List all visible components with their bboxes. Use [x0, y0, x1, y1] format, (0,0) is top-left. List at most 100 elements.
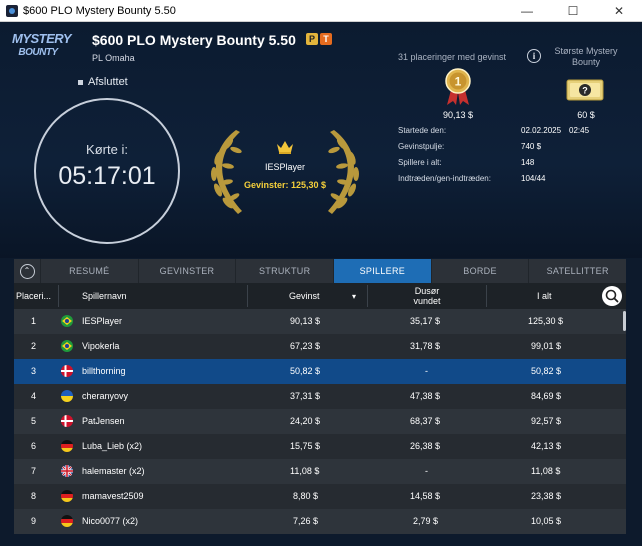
tab-bar: ⌃ RESUMÉ GEVINSTER STRUKTUR SPILLERE BOR…: [14, 259, 626, 283]
tab-gevinster[interactable]: GEVINSTER: [137, 259, 236, 283]
row-player-name: Nico0077 (x2): [82, 516, 139, 526]
row-prize: 50,82 $: [290, 366, 321, 376]
row-bounty: 68,37 $: [410, 416, 441, 426]
tab-satellitter[interactable]: SATELLITTER: [528, 259, 626, 283]
window-titlebar: $600 PLO Mystery Bounty 5.50 — ☐ ✕: [0, 0, 642, 22]
minimize-button[interactable]: —: [504, 0, 550, 22]
logo-line-1: MYSTERY: [12, 31, 72, 46]
row-prize: 24,20 $: [290, 416, 321, 426]
medal-number: 1: [455, 75, 462, 89]
info-icon[interactable]: i: [527, 49, 541, 63]
players-label: Spillere i alt:: [398, 158, 442, 167]
col-header-bounty[interactable]: Dusør vundet: [401, 283, 453, 309]
tab-spillere[interactable]: SPILLERE: [333, 259, 431, 283]
row-player-name: Vipokerla: [82, 341, 120, 351]
tournament-status: Afsluttet: [78, 76, 128, 88]
row-bounty: 26,38 $: [410, 441, 441, 451]
row-total: 84,69 $: [531, 391, 562, 401]
close-button[interactable]: ✕: [596, 0, 642, 22]
tab-struktur[interactable]: STRUKTUR: [235, 259, 333, 283]
brazil-flag-icon: [61, 340, 73, 352]
tab-resume[interactable]: RESUMÉ: [40, 259, 138, 283]
row-prize: 90,13 $: [290, 316, 321, 326]
clock-time: 05:17:01: [58, 162, 156, 190]
svg-text:?: ?: [582, 86, 588, 96]
col-header-total[interactable]: I alt: [537, 283, 552, 309]
col-header-prize[interactable]: Gevinst: [289, 283, 320, 309]
biggest-bounty-value: 60 $: [577, 110, 595, 120]
table-row[interactable]: 9 Nico0077 (x2) 7,26 $ 2,79 $ 10,05 $: [14, 509, 626, 534]
row-player-name: PatJensen: [82, 416, 125, 426]
table-scrollbar[interactable]: [623, 311, 626, 331]
started-time: 02:45: [569, 126, 590, 135]
started-label: Startede den:: [398, 126, 447, 135]
first-place-medal-icon: 1: [445, 68, 471, 105]
logo-line-2: BOUNTY: [18, 47, 58, 58]
row-place: 6: [31, 441, 37, 451]
col-divider: [367, 285, 368, 307]
search-button[interactable]: [602, 286, 622, 306]
maximize-button[interactable]: ☐: [550, 0, 596, 22]
row-bounty: 2,79 $: [413, 516, 439, 526]
row-total: 92,57 $: [531, 416, 562, 426]
collapse-header-button[interactable]: ⌃: [14, 259, 40, 283]
paid-places-label: 31 placeringer med gevinst: [398, 52, 507, 62]
players-table-header: Placeri... Spillernavn Gevinst ▾ Dusør v…: [14, 283, 626, 309]
row-total: 42,13 $: [531, 441, 562, 451]
uk-flag-icon: [61, 465, 73, 477]
tab-borde[interactable]: BORDE: [430, 259, 529, 283]
row-bounty: 14,58 $: [410, 491, 441, 501]
table-row[interactable]: 6 Luba_Lieb (x2) 15,75 $ 26,38 $ 42,13 $: [14, 434, 626, 459]
row-prize: 15,75 $: [290, 441, 321, 451]
row-prize: 8,80 $: [293, 491, 319, 501]
table-row[interactable]: 2 Vipokerla 67,23 $ 31,78 $ 99,01 $: [14, 334, 626, 359]
table-row[interactable]: 8 mamavest2509 8,80 $ 14,58 $ 23,38 $: [14, 484, 626, 509]
winner-name: IESPlayer: [264, 162, 306, 172]
tournament-name: $600 PLO Mystery Bounty 5.50: [92, 32, 296, 48]
denmark-flag-icon: [61, 415, 73, 427]
row-player-name: halemaster (x2): [82, 466, 145, 476]
germany-flag-icon: [61, 490, 73, 502]
biggest-bounty-label: Største Mystery Bounty: [554, 46, 618, 67]
mystery-ticket-icon: ?: [566, 79, 604, 101]
row-prize: 7,26 $: [293, 516, 319, 526]
laurel-wreath-icon: [211, 130, 359, 214]
row-player-name: Luba_Lieb (x2): [82, 441, 143, 451]
row-player-name: cheranyovy: [82, 391, 129, 401]
sort-desc-icon[interactable]: ▾: [352, 283, 356, 309]
players-table-body: 1 IESPlayer 90,13 $ 35,17 $ 125,30 $ 2 V…: [14, 309, 626, 546]
chevron-up-icon: ⌃: [19, 263, 35, 279]
row-place: 7: [31, 466, 37, 476]
mystery-bounty-logo: MYSTERY BOUNTY: [12, 31, 72, 72]
row-total: 10,05 $: [531, 516, 562, 526]
germany-flag-icon: [61, 515, 73, 527]
row-total: 125,30 $: [528, 316, 564, 326]
tournament-header: MYSTERY BOUNTY $600 PLO Mystery Bounty 5…: [0, 22, 642, 258]
crown-icon: [277, 141, 293, 154]
table-row[interactable]: 4 cheranyovy 37,31 $ 47,38 $ 84,69 $: [14, 384, 626, 409]
table-row-selected[interactable]: 3 billthorning 50,82 $ - 50,82 $: [14, 359, 626, 384]
status-text: Afsluttet: [88, 76, 128, 88]
table-row[interactable]: 5 PatJensen 24,20 $ 68,37 $ 92,57 $: [14, 409, 626, 434]
col-header-place[interactable]: Placeri...: [16, 283, 51, 309]
game-type: PL Omaha: [92, 53, 135, 63]
entries-label: Indtræden/gen-indtræden:: [398, 174, 491, 183]
col-header-name[interactable]: Spillernavn: [82, 283, 127, 309]
started-date: 02.02.2025: [521, 126, 562, 135]
row-prize: 37,31 $: [290, 391, 321, 401]
col-divider: [486, 285, 487, 307]
row-player-name: mamavest2509: [82, 491, 144, 501]
row-total: 50,82 $: [531, 366, 562, 376]
row-player-name: IESPlayer: [82, 316, 123, 326]
table-row[interactable]: 7 halemaster (x2) 11,08 $ - 11,08 $: [14, 459, 626, 484]
pool-value: 740 $: [521, 142, 542, 151]
table-row[interactable]: 1 IESPlayer 90,13 $ 35,17 $ 125,30 $: [14, 309, 626, 334]
row-bounty: 31,78 $: [410, 341, 441, 351]
clock-label: Kørte i:: [86, 142, 128, 157]
row-place: 5: [31, 416, 37, 426]
row-place: 4: [31, 391, 37, 401]
row-place: 3: [31, 366, 37, 376]
row-bounty: -: [425, 366, 428, 376]
row-prize: 67,23 $: [290, 341, 321, 351]
row-total: 23,38 $: [531, 491, 562, 501]
